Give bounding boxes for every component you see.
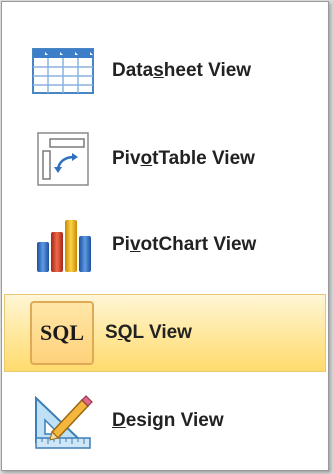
menu-item-design-view[interactable]: Design View <box>4 382 326 460</box>
pivot-table-icon <box>30 126 96 192</box>
menu-item-pivottable-view[interactable]: PivotTable View <box>4 120 326 198</box>
menu-item-label: Design View <box>112 410 224 431</box>
menu-item-label: SQL View <box>105 322 192 343</box>
menu-item-pivotchart-view[interactable]: PivotChart View <box>4 206 326 284</box>
design-ruler-pencil-icon <box>30 388 96 454</box>
menu-item-label: PivotTable View <box>112 148 255 169</box>
sql-icon: SQL <box>29 300 95 366</box>
datasheet-grid-icon <box>30 38 96 104</box>
pivot-chart-icon <box>30 212 96 278</box>
view-menu: Datasheet View PivotTable View PivotChar… <box>1 1 329 471</box>
sql-icon-text: SQL <box>30 301 94 365</box>
menu-item-sql-view[interactable]: SQL SQL View <box>4 294 326 372</box>
menu-item-label: PivotChart View <box>112 234 257 255</box>
menu-item-label: Datasheet View <box>112 60 252 81</box>
menu-item-datasheet-view[interactable]: Datasheet View <box>4 32 326 110</box>
